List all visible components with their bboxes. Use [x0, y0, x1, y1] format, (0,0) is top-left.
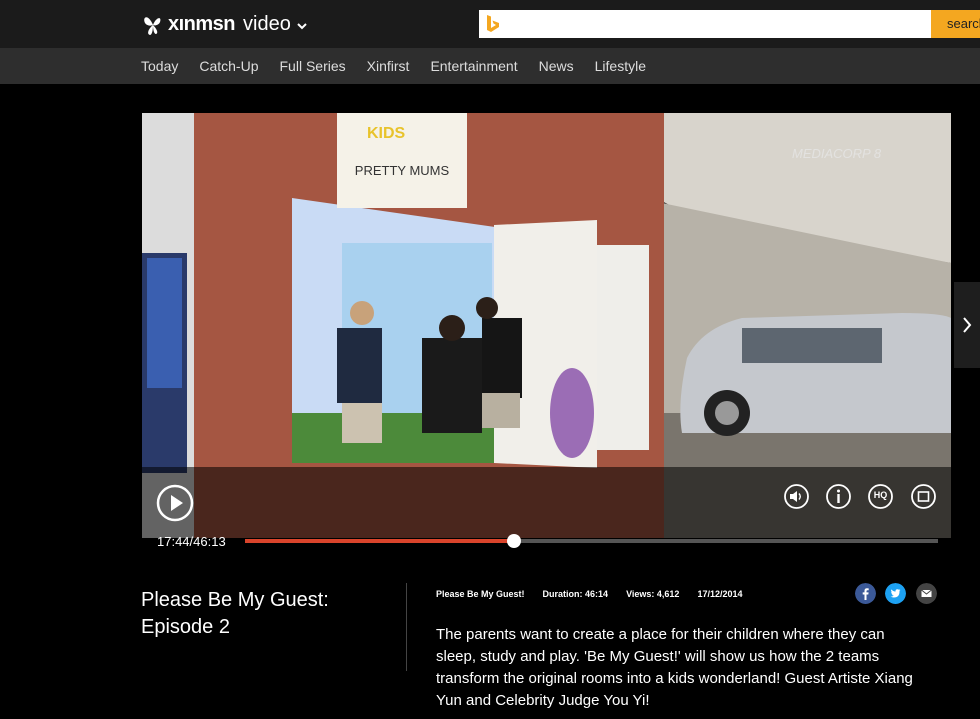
email-icon[interactable]	[916, 583, 937, 604]
nav-item-news[interactable]: News	[539, 58, 574, 74]
next-video-button[interactable]	[954, 282, 980, 368]
episode-meta: Please Be My Guest! Duration: 46:14 View…	[436, 589, 760, 599]
video-player[interactable]: PRETTY MUMS KIDS MEDIACORP 8	[142, 113, 951, 538]
search-input[interactable]	[479, 10, 931, 38]
butterfly-logo-icon	[144, 17, 161, 35]
sign-text: PRETTY MUMS	[355, 163, 450, 178]
logo-text: xınmsn	[168, 12, 236, 35]
episode-title: Please Be My Guest: Episode 2	[141, 587, 381, 641]
fullscreen-icon[interactable]	[911, 484, 936, 509]
nav-item-catch-up[interactable]: Catch-Up	[199, 58, 258, 74]
section-title: video	[243, 12, 291, 35]
site-logo[interactable]: xınmsn video	[142, 10, 307, 38]
nav-bar: Today Catch-Up Full Series Xinfirst Ente…	[0, 48, 980, 84]
sign-brand: KIDS	[367, 125, 406, 142]
channel-watermark: MEDIACORP 8	[792, 146, 882, 161]
episode-title-line2: Episode 2	[141, 616, 230, 638]
chevron-down-icon[interactable]	[297, 21, 307, 31]
progress-handle[interactable]	[506, 534, 521, 548]
chevron-right-icon	[963, 317, 972, 333]
play-icon[interactable]	[156, 484, 194, 522]
date-text: 17/12/2014	[697, 589, 743, 599]
progress-fill	[245, 539, 514, 543]
hq-label: HQ	[873, 490, 888, 500]
top-bar: xınmsn video search	[0, 0, 980, 48]
nav-list: Today Catch-Up Full Series Xinfirst Ente…	[141, 48, 667, 84]
volume-icon[interactable]	[784, 484, 809, 509]
duration-text: Duration: 46:14	[542, 589, 609, 599]
nav-item-xinfirst[interactable]: Xinfirst	[367, 58, 410, 74]
divider	[406, 583, 407, 671]
facebook-icon[interactable]	[855, 583, 876, 604]
bing-icon	[487, 15, 499, 32]
views-text: Views: 4,612	[626, 589, 680, 599]
progress-bar[interactable]	[245, 534, 938, 548]
time-display: 17:44/46:13	[157, 534, 226, 549]
nav-item-lifestyle[interactable]: Lifestyle	[595, 58, 646, 74]
episode-title-line1: Please Be My Guest:	[141, 589, 329, 611]
nav-item-today[interactable]: Today	[141, 58, 178, 74]
nav-item-entertainment[interactable]: Entertainment	[430, 58, 517, 74]
info-icon[interactable]	[826, 484, 851, 509]
episode-description: The parents want to create a place for t…	[436, 626, 913, 709]
nav-item-full-series[interactable]: Full Series	[280, 58, 346, 74]
hq-button[interactable]: HQ	[868, 484, 893, 509]
show-name[interactable]: Please Be My Guest!	[436, 589, 525, 599]
twitter-icon[interactable]	[885, 583, 906, 604]
search-button[interactable]: search	[931, 10, 980, 38]
